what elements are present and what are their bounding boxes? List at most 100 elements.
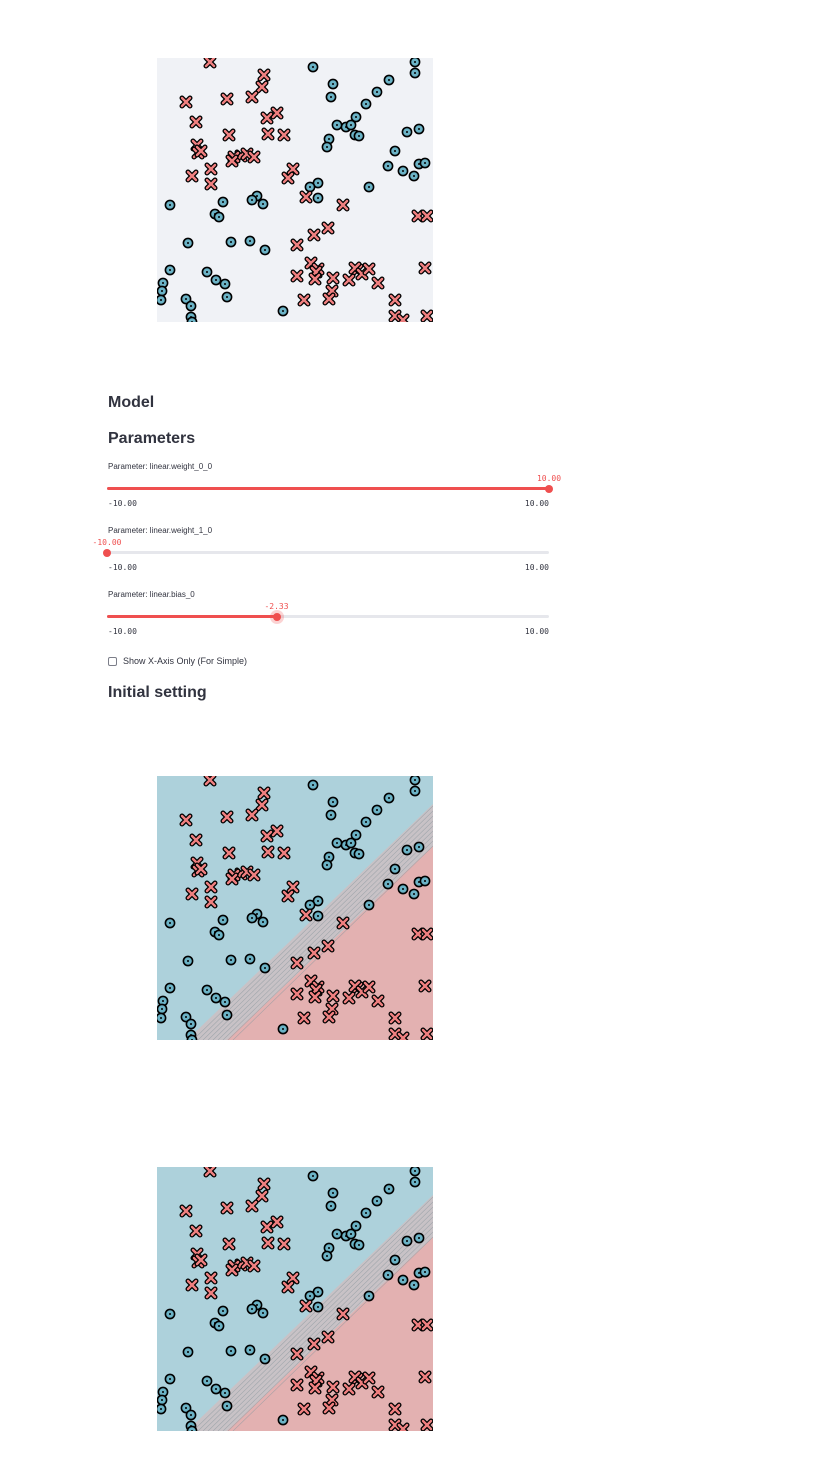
cross-icon xyxy=(220,92,234,106)
cross-icon xyxy=(290,269,304,283)
data-scatter-plot xyxy=(157,58,433,322)
cross-icon xyxy=(261,845,275,859)
circle-dot-icon xyxy=(201,984,213,996)
cross-icon xyxy=(420,309,433,322)
weight-0-0-slider[interactable]: Parameter: linear.weight_0_0 10.00 -10.0… xyxy=(107,462,561,518)
cross-icon xyxy=(247,150,261,164)
cross-icon xyxy=(418,261,432,275)
cross-icon xyxy=(189,1224,203,1238)
cross-icon xyxy=(189,115,203,129)
cross-icon xyxy=(225,872,239,886)
slider-track[interactable] xyxy=(103,548,549,557)
circle-dot-icon xyxy=(397,165,409,177)
circle-dot-icon xyxy=(371,804,383,816)
slider-thumb[interactable] xyxy=(545,484,553,493)
circle-dot-icon xyxy=(383,1183,395,1195)
cross-icon xyxy=(297,293,311,307)
slider-value: -10.00 xyxy=(92,538,122,547)
cross-icon xyxy=(371,276,385,290)
circle-dot-icon xyxy=(157,294,167,306)
circle-dot-icon xyxy=(185,1018,197,1030)
circle-dot-icon xyxy=(221,291,233,303)
circle-dot-icon xyxy=(164,1308,176,1320)
circle-dot-icon xyxy=(409,785,421,797)
cross-icon xyxy=(396,1422,410,1431)
circle-dot-icon xyxy=(186,316,198,322)
circle-dot-icon xyxy=(221,1400,233,1412)
circle-dot-icon xyxy=(213,929,225,941)
cross-icon xyxy=(261,1236,275,1250)
circle-dot-icon xyxy=(217,196,229,208)
cross-icon xyxy=(297,1402,311,1416)
cross-icon xyxy=(222,128,236,142)
cross-icon xyxy=(260,1220,274,1234)
parameters-heading: Parameters xyxy=(108,430,196,447)
circle-dot-icon xyxy=(413,1232,425,1244)
cross-icon xyxy=(308,272,322,286)
cross-icon xyxy=(299,190,313,204)
cross-icon xyxy=(411,1318,425,1332)
circle-dot-icon xyxy=(331,837,343,849)
circle-dot-icon xyxy=(353,130,365,142)
circle-dot-icon xyxy=(225,1345,237,1357)
circle-dot-icon xyxy=(219,996,231,1008)
circle-dot-icon xyxy=(246,1303,258,1315)
cross-icon xyxy=(194,1253,208,1267)
cross-icon xyxy=(225,1263,239,1277)
cross-icon xyxy=(290,1347,304,1361)
slider-min: -10.00 xyxy=(108,563,137,572)
circle-dot-icon xyxy=(409,1167,421,1177)
circle-dot-icon xyxy=(257,1307,269,1319)
circle-dot-icon xyxy=(244,1344,256,1356)
cross-icon xyxy=(307,1337,321,1351)
circle-dot-icon xyxy=(246,912,258,924)
circle-dot-icon xyxy=(419,1266,431,1278)
show-x-axis-only-checkbox[interactable]: Show X-Axis Only (For Simple) xyxy=(108,654,247,668)
decision-boundary-plot xyxy=(157,1167,433,1431)
circle-dot-icon xyxy=(164,1373,176,1385)
circle-dot-icon xyxy=(401,126,413,138)
cross-icon xyxy=(203,776,217,787)
cross-icon xyxy=(388,1402,402,1416)
slider-thumb[interactable] xyxy=(272,612,281,621)
circle-dot-icon xyxy=(382,1269,394,1281)
circle-dot-icon xyxy=(277,305,289,317)
circle-dot-icon xyxy=(186,1034,198,1040)
cross-icon xyxy=(277,1237,291,1251)
slider-track[interactable] xyxy=(107,612,549,621)
circle-dot-icon xyxy=(389,1254,401,1266)
circle-dot-icon xyxy=(312,1301,324,1313)
cross-icon xyxy=(245,90,259,104)
cross-icon xyxy=(281,1280,295,1294)
checkbox-label: Show X-Axis Only (For Simple) xyxy=(123,656,248,666)
circle-dot-icon xyxy=(304,1290,316,1302)
cross-icon xyxy=(203,58,217,69)
cross-icon xyxy=(255,798,269,812)
circle-dot-icon xyxy=(389,145,401,157)
circle-dot-icon xyxy=(221,1009,233,1021)
cross-icon xyxy=(326,271,340,285)
circle-dot-icon xyxy=(164,982,176,994)
cross-icon xyxy=(204,177,218,191)
circle-dot-icon xyxy=(307,1170,319,1182)
slider-track[interactable] xyxy=(107,484,553,493)
circle-dot-icon xyxy=(225,954,237,966)
circle-dot-icon xyxy=(185,1409,197,1421)
cross-icon xyxy=(342,273,356,287)
bias-0-slider[interactable]: Parameter: linear.bias_0 -2.33 -10.00 10… xyxy=(107,590,549,646)
cross-icon xyxy=(297,1011,311,1025)
circle-dot-icon xyxy=(419,157,431,169)
circle-dot-icon xyxy=(157,1003,168,1015)
weight-1-0-slider[interactable]: Parameter: linear.weight_1_0 -10.00 -10.… xyxy=(93,526,549,582)
checkbox-box[interactable] xyxy=(108,656,117,666)
cross-icon xyxy=(257,786,271,800)
circle-dot-icon xyxy=(304,181,316,193)
slider-thumb[interactable] xyxy=(103,548,111,557)
cross-icon xyxy=(203,1167,217,1178)
circle-dot-icon xyxy=(371,86,383,98)
cross-icon xyxy=(247,1259,261,1273)
slider-min: -10.00 xyxy=(108,499,137,508)
circle-dot-icon xyxy=(345,837,357,849)
circle-dot-icon xyxy=(363,1290,375,1302)
cross-icon xyxy=(336,1307,350,1321)
